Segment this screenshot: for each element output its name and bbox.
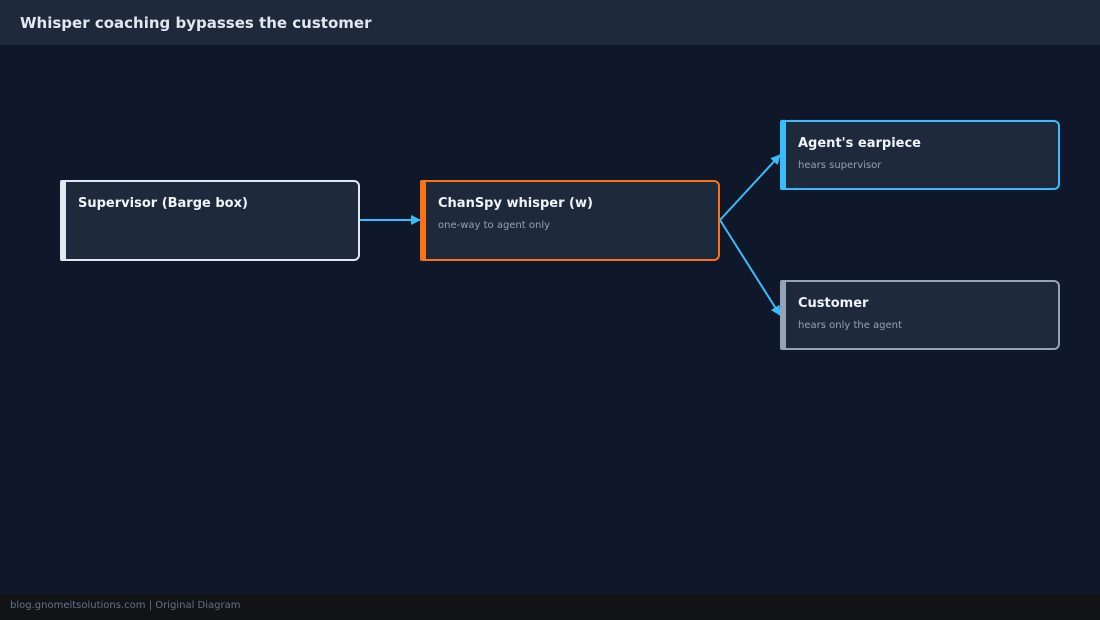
footer-credit: blog.gnomeitsolutions.com | Original Dia… <box>10 600 241 611</box>
connector-chanspy-to-earpiece <box>719 154 781 221</box>
supervisor-node: Supervisor (Barge box) <box>60 180 360 261</box>
chanspy-whisper-node: ChanSpy whisper (w) one-way to agent onl… <box>420 180 720 261</box>
customer-node: Customer hears only the agent <box>780 280 1060 350</box>
footer-bar: blog.gnomeitsolutions.com | Original Dia… <box>0 594 1100 620</box>
chanspy-node-title: ChanSpy whisper (w) <box>438 196 593 211</box>
connector-chanspy-to-customer <box>719 219 781 316</box>
diagram-page: Whisper coaching bypasses the customer S… <box>0 0 1100 620</box>
agent-earpiece-node: Agent's earpiece hears supervisor <box>780 120 1060 190</box>
customer-node-subtitle: hears only the agent <box>798 320 902 331</box>
customer-node-title: Customer <box>798 296 869 311</box>
earpiece-node-subtitle: hears supervisor <box>798 160 882 171</box>
chanspy-node-subtitle: one-way to agent only <box>438 220 551 231</box>
supervisor-node-title: Supervisor (Barge box) <box>78 196 248 211</box>
earpiece-node-title: Agent's earpiece <box>798 136 921 151</box>
